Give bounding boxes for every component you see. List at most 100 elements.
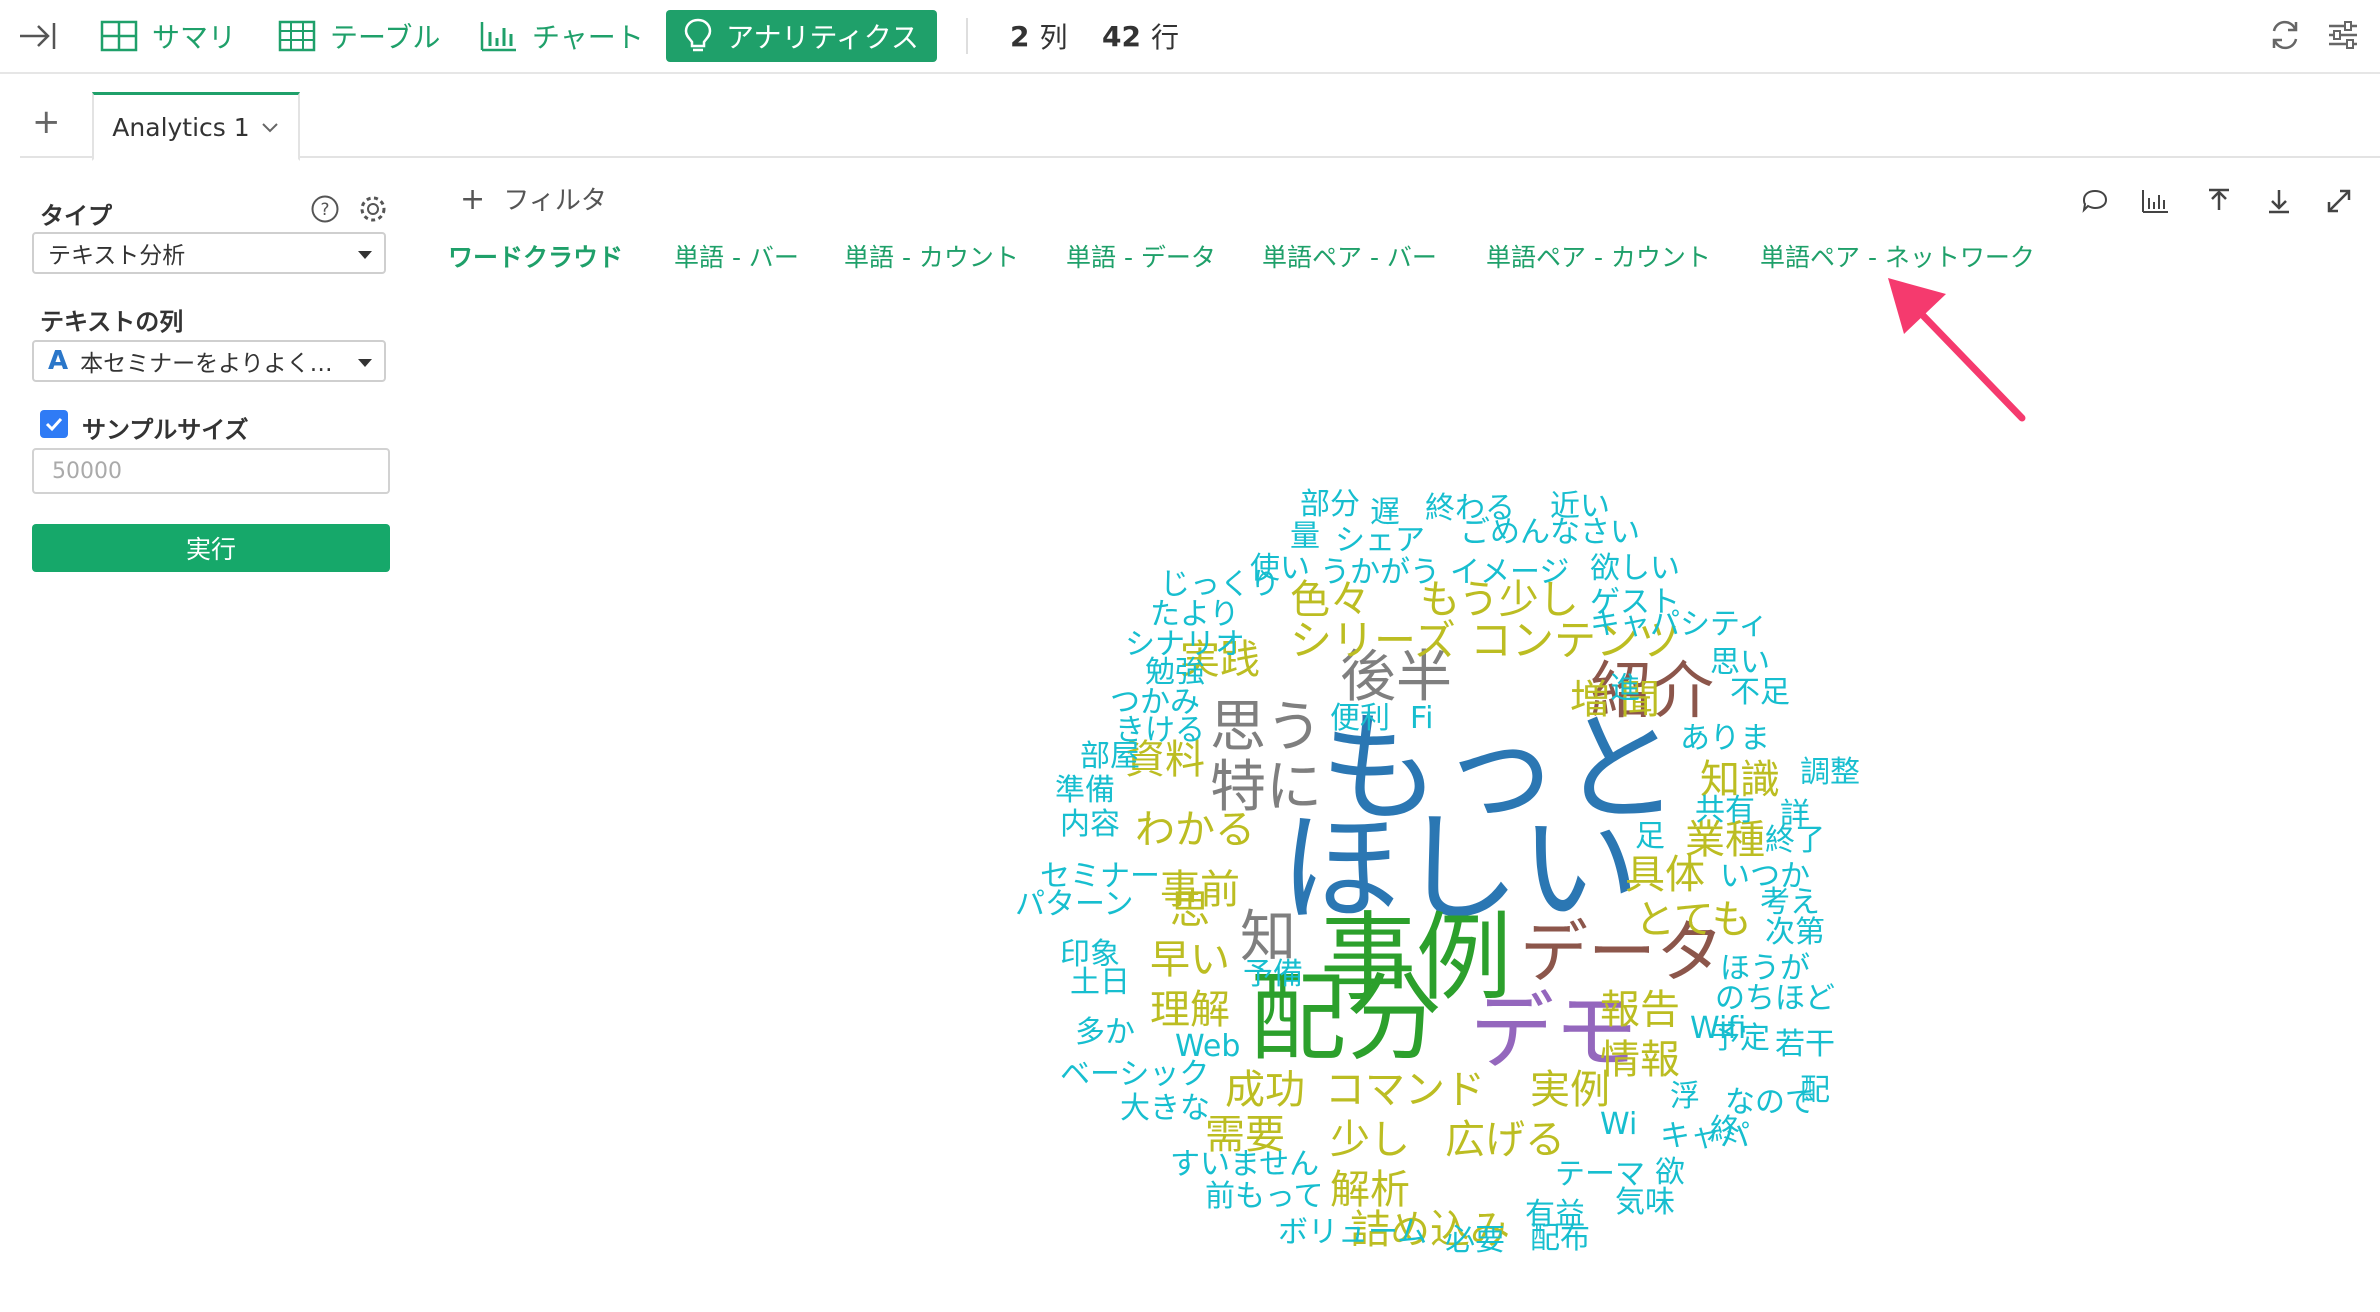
refresh-button[interactable] bbox=[2268, 18, 2302, 56]
word-cloud-word: 報告 bbox=[1600, 987, 1680, 1033]
chevron-down-icon bbox=[261, 123, 278, 133]
tab-analytics-1-label: Analytics 1 bbox=[112, 112, 250, 142]
type-select-value: テキスト分析 bbox=[48, 243, 186, 269]
word-cloud-word: 前もって bbox=[1205, 1179, 1324, 1214]
subtab-word-data[interactable]: 単語 - データ bbox=[1066, 238, 1216, 274]
word-cloud-word: 必要 bbox=[1445, 1223, 1505, 1258]
word-cloud-word: 思う bbox=[1210, 695, 1322, 760]
toolbar-separator bbox=[966, 18, 968, 54]
type-select-caret-icon bbox=[358, 251, 372, 259]
tab-analytics-1[interactable]: Analytics 1 bbox=[92, 92, 300, 161]
word-cloud-word: 進 bbox=[1610, 671, 1640, 706]
text-type-icon: A bbox=[48, 346, 69, 376]
word-cloud-word: とても bbox=[1635, 897, 1752, 943]
annotation-arrow-icon bbox=[1888, 278, 2026, 422]
word-cloud-word: 思い bbox=[1710, 645, 1770, 680]
word-cloud-word: 共有 bbox=[1695, 793, 1755, 828]
comment-icon[interactable] bbox=[2080, 186, 2110, 216]
word-cloud-word: うかがう bbox=[1320, 555, 1440, 590]
subtab-word-pair-bar[interactable]: 単語ペア - バー bbox=[1262, 238, 1437, 274]
sample-size-checkbox[interactable] bbox=[40, 410, 68, 438]
word-cloud-word: 広げる bbox=[1445, 1117, 1565, 1163]
settings-sliders-button[interactable] bbox=[2326, 18, 2360, 56]
rows-count-value: 42 bbox=[1102, 19, 1141, 53]
word-cloud-word: 量 bbox=[1290, 519, 1320, 554]
toolbar-table[interactable]: テーブル bbox=[278, 10, 440, 62]
top-toolbar: サマリ テーブル チャート アナリティクス 2 列 42 行 bbox=[0, 0, 2380, 74]
word-cloud-word: 土日 bbox=[1070, 965, 1130, 1000]
word-cloud-word: 部分 bbox=[1300, 487, 1360, 522]
text-column-select[interactable]: A 本セミナーをよりよく… bbox=[32, 340, 386, 382]
word-cloud: もっと ほしい 事例 配分 デモ データ 紹介 後半 思う 特に知シリーズ コンテンツ もう少し 色々実… bbox=[1000, 470, 1900, 1270]
word-cloud-word: 情報 bbox=[1600, 1037, 1680, 1083]
word-cloud-word: 部屋 bbox=[1080, 739, 1140, 774]
word-cloud-word: ベーシック bbox=[1060, 1057, 1210, 1092]
chart-view-icon[interactable] bbox=[2140, 186, 2170, 216]
word-cloud-word: じっくり bbox=[1160, 567, 1280, 602]
expand-icon[interactable] bbox=[2324, 186, 2354, 216]
sample-size-input[interactable]: 50000 bbox=[32, 448, 390, 494]
word-cloud-word: 終了 bbox=[1765, 823, 1825, 858]
word-cloud-word: 便利 bbox=[1330, 701, 1390, 736]
lightbulb-icon bbox=[684, 18, 712, 52]
word-cloud-word: 大きな bbox=[1120, 1091, 1210, 1126]
subtab-word-pair-count[interactable]: 単語ペア - カウント bbox=[1486, 238, 1711, 274]
word-cloud-word: わかる bbox=[1135, 807, 1255, 853]
add-filter-button[interactable]: + フィルタ bbox=[460, 180, 607, 217]
download-icon[interactable] bbox=[2264, 186, 2294, 216]
word-cloud-word: 調整 bbox=[1800, 755, 1860, 790]
word-cloud-word: すいません bbox=[1170, 1147, 1320, 1182]
word-cloud-word: たより bbox=[1150, 597, 1240, 632]
svg-text:?: ? bbox=[320, 200, 329, 220]
toolbar-summary-label: サマリ bbox=[152, 21, 237, 54]
filter-label: フィルタ bbox=[503, 186, 607, 216]
word-cloud-word: 勉強 bbox=[1145, 655, 1205, 690]
word-cloud-word: キャパシティ bbox=[1590, 607, 1769, 642]
toolbar-summary[interactable]: サマリ bbox=[100, 10, 236, 62]
word-cloud-word: ありま bbox=[1680, 721, 1770, 756]
word-cloud-word: 若干 bbox=[1775, 1027, 1835, 1062]
word-cloud-word: ボリューム bbox=[1278, 1215, 1428, 1250]
word-cloud-word: 実例 bbox=[1530, 1067, 1610, 1113]
word-cloud-word: シェア bbox=[1335, 523, 1425, 558]
subtab-word-cloud[interactable]: ワードクラウド bbox=[448, 238, 623, 274]
columns-count: 2 列 bbox=[1010, 10, 1068, 62]
subtab-word-pair-network[interactable]: 単語ペア - ネットワーク bbox=[1760, 238, 2035, 274]
word-cloud-word: 思 bbox=[1170, 887, 1210, 933]
type-label: タイプ bbox=[40, 202, 112, 230]
word-cloud-word: 気味 bbox=[1615, 1185, 1675, 1220]
analytics-tab-row: + Analytics 1 bbox=[20, 72, 2380, 161]
word-cloud-word: パターン bbox=[1015, 887, 1134, 922]
word-cloud-word: シリーズ bbox=[1290, 616, 1456, 665]
subtab-word-count[interactable]: 単語 - カウント bbox=[844, 238, 1019, 274]
toolbar-table-label: テーブル bbox=[330, 21, 441, 54]
run-button[interactable]: 実行 bbox=[32, 524, 390, 572]
sliders-icon bbox=[2329, 21, 2357, 49]
word-cloud-word: 配布 bbox=[1530, 1221, 1590, 1256]
word-cloud-word: 次第 bbox=[1765, 915, 1825, 950]
subtab-word-bar[interactable]: 単語 - バー bbox=[674, 238, 799, 274]
rows-count-unit: 行 bbox=[1150, 21, 1179, 54]
help-icon[interactable]: ? bbox=[310, 194, 340, 224]
word-cloud-word: 配 bbox=[1800, 1073, 1830, 1108]
type-select[interactable]: テキスト分析 bbox=[32, 232, 386, 274]
gear-icon[interactable] bbox=[358, 194, 388, 224]
refresh-icon bbox=[2272, 20, 2298, 50]
word-cloud-word: 成功 bbox=[1225, 1067, 1305, 1113]
toolbar-analytics[interactable]: アナリティクス bbox=[666, 10, 937, 62]
word-cloud-word: 準備 bbox=[1055, 773, 1115, 808]
plus-icon: + bbox=[460, 182, 486, 217]
add-tab-button[interactable]: + bbox=[32, 102, 61, 142]
sample-size-label: サンプルサイズ bbox=[82, 416, 249, 444]
rows-count: 42 行 bbox=[1102, 10, 1179, 62]
word-cloud-word: イメージ bbox=[1450, 555, 1570, 590]
word-cloud-word: 予定 bbox=[1710, 1021, 1770, 1056]
summary-grid-icon bbox=[100, 20, 138, 52]
collapse-sidebar-button[interactable] bbox=[18, 10, 72, 62]
word-cloud-word: 多か bbox=[1075, 1015, 1135, 1050]
text-column-select-caret-icon bbox=[358, 359, 372, 367]
toolbar-chart[interactable]: チャート bbox=[480, 10, 644, 62]
word-cloud-word: 理解 bbox=[1150, 987, 1230, 1033]
upload-icon[interactable] bbox=[2204, 186, 2234, 216]
word-cloud-word: ほうが bbox=[1720, 951, 1810, 986]
